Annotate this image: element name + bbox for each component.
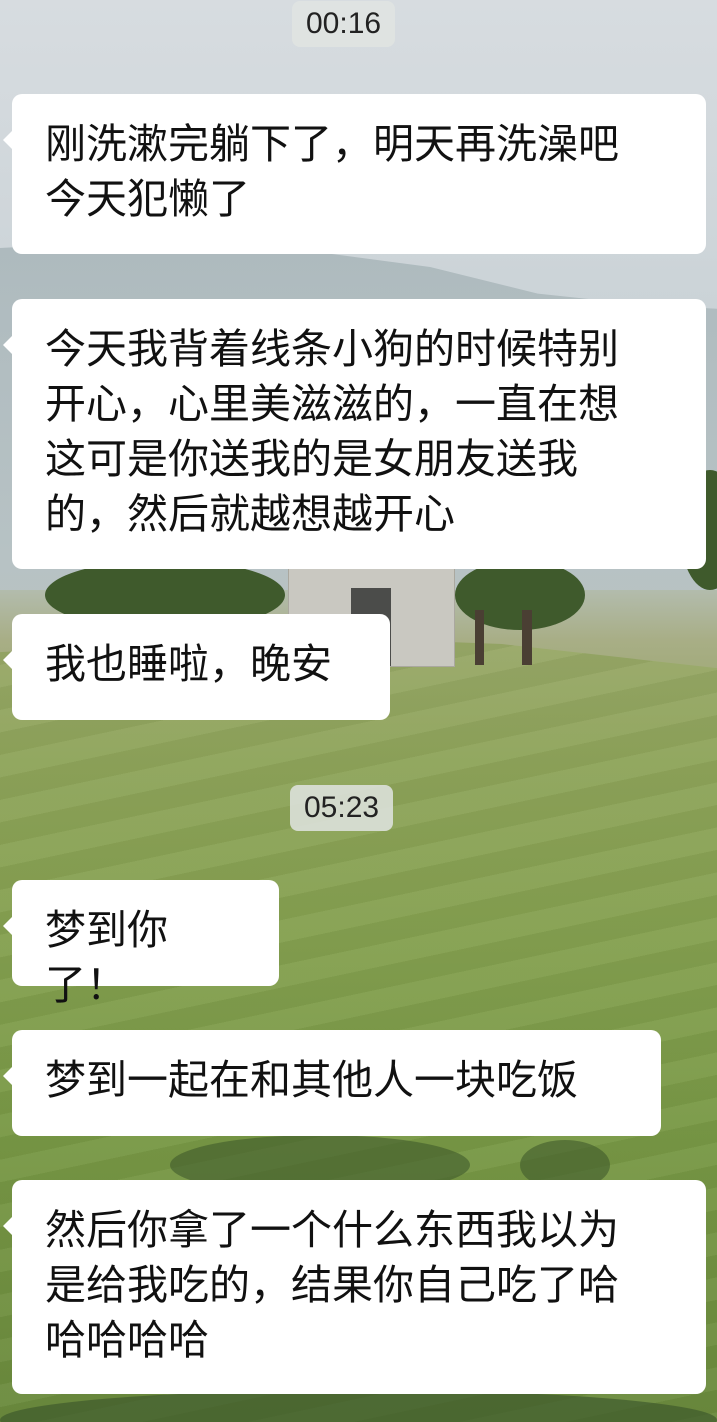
message-bubble[interactable]: 今天我背着线条小狗的时候特别 开心，心里美滋滋的，一直在想 这可是你送我的是女朋… bbox=[3, 299, 706, 569]
message-text: 今天我背着线条小狗的时候特别 开心，心里美滋滋的，一直在想 这可是你送我的是女朋… bbox=[45, 325, 619, 538]
chat-message-list[interactable]: 00:16 刚洗漱完躺下了，明天再洗澡吧 今天犯懒了 今天我背着线条小狗的时候特… bbox=[0, 0, 717, 1422]
message-text: 刚洗漱完躺下了，明天再洗澡吧 今天犯懒了 bbox=[45, 120, 619, 223]
timestamp: 05:23 bbox=[290, 785, 394, 831]
message-text: 我也睡啦，晚安 bbox=[45, 640, 332, 688]
message-bubble[interactable]: 梦到你了！ bbox=[3, 880, 279, 1009]
message-bubble[interactable]: 梦到一起在和其他人一块吃饭 bbox=[3, 1030, 661, 1136]
message-bubble[interactable]: 刚洗漱完躺下了，明天再洗澡吧 今天犯懒了 bbox=[3, 94, 706, 254]
timestamp: 00:16 bbox=[292, 1, 396, 47]
message-text: 梦到一起在和其他人一块吃饭 bbox=[45, 1056, 578, 1104]
message-text: 梦到你了！ bbox=[45, 906, 168, 1009]
message-bubble[interactable]: 然后你拿了一个什么东西我以为 是给我吃的，结果你自己吃了哈 哈哈哈哈 bbox=[3, 1180, 706, 1394]
message-bubble[interactable]: 我也睡啦，晚安 bbox=[3, 614, 390, 720]
message-text: 然后你拿了一个什么东西我以为 是给我吃的，结果你自己吃了哈 哈哈哈哈 bbox=[45, 1206, 619, 1364]
